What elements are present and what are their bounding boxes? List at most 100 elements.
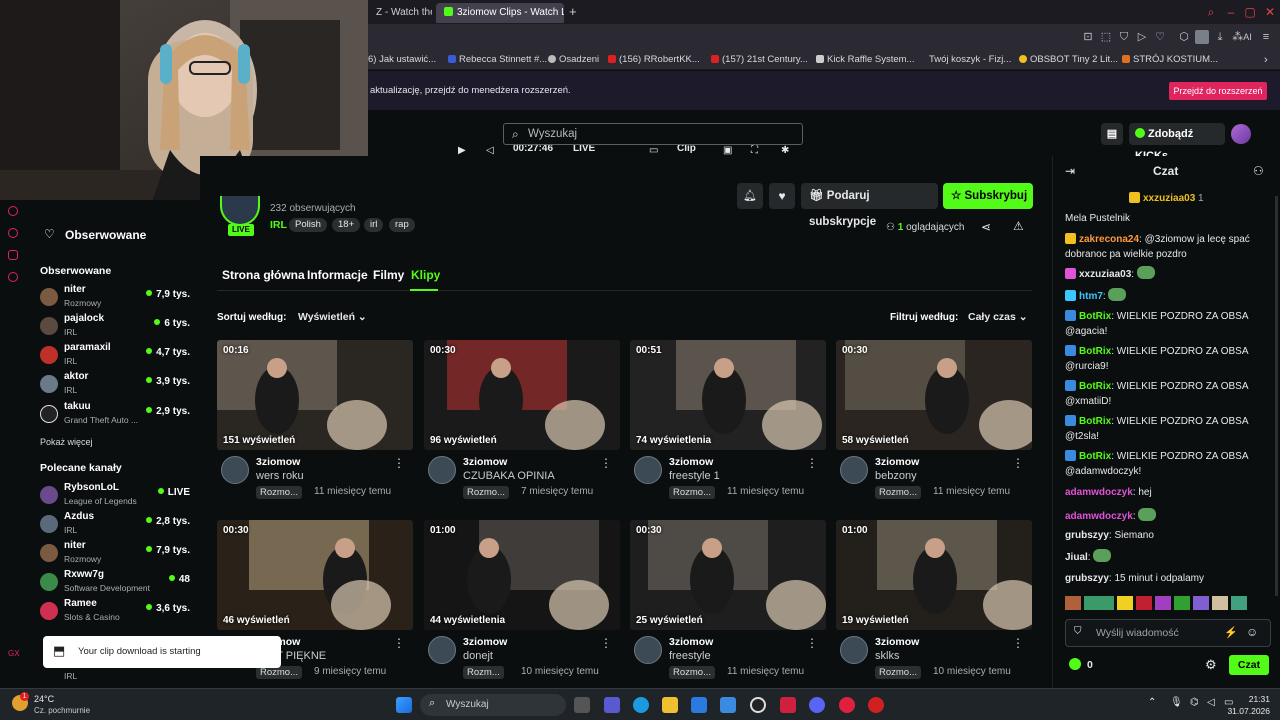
- channel-avatar[interactable]: [840, 636, 868, 664]
- sidebar-channel[interactable]: niter Rozmowy 7,9 tys.: [38, 284, 198, 312]
- chat-username[interactable]: BotRix: [1079, 381, 1111, 392]
- clip-thumbnail[interactable]: 01:00 19 wyświetleń: [836, 520, 1032, 630]
- rail-icon[interactable]: [8, 206, 18, 216]
- clip-category[interactable]: Rozmo...: [875, 666, 922, 679]
- microphone-icon[interactable]: 🎙︎: [1170, 697, 1183, 708]
- shield-icon[interactable]: ⛉: [1117, 30, 1131, 44]
- rail-label-icon[interactable]: GX: [8, 649, 20, 658]
- clip-channel[interactable]: 3ziomow: [463, 636, 507, 648]
- clip-button[interactable]: Clip: [677, 145, 696, 154]
- clip-thumbnail[interactable]: 00:30 46 wyświetleń: [217, 520, 413, 630]
- subscribe-button[interactable]: ☆ Subskrybuj: [943, 183, 1033, 209]
- extensions-icon[interactable]: ⬡: [1177, 30, 1191, 44]
- filter-dropdown[interactable]: Cały czas ⌄: [960, 306, 1036, 328]
- play-icon[interactable]: ▶: [458, 145, 466, 156]
- bell-icon[interactable]: 🔔︎: [737, 183, 763, 209]
- report-icon[interactable]: ⚠: [1013, 219, 1024, 233]
- clip-card[interactable]: 00:30 96 wyświetleń 3ziomow CZUBAKA OPINIA R…: [424, 340, 620, 500]
- channel-avatar[interactable]: [428, 456, 456, 484]
- bookmark-item[interactable]: Kick Raffle System...: [816, 53, 914, 67]
- stream-tag[interactable]: irl: [364, 218, 384, 232]
- sidebar-channel[interactable]: RybsonLoL League of Legends LIVE: [38, 482, 198, 510]
- search-input[interactable]: ⌕ Wyszukaj: [503, 123, 803, 145]
- clip-channel[interactable]: 3ziomow: [256, 456, 300, 468]
- minimize-icon[interactable]: –: [1223, 4, 1239, 20]
- taskbar-search[interactable]: ⌕ Wyszukaj: [420, 694, 566, 716]
- clip-category[interactable]: Rozmo...: [875, 486, 922, 499]
- task-view-icon[interactable]: [574, 697, 590, 713]
- clip-thumbnail[interactable]: 00:30 58 wyświetleń: [836, 340, 1032, 450]
- clip-title[interactable]: sklks: [875, 650, 899, 662]
- clip-thumbnail[interactable]: 00:16 151 wyświetleń: [217, 340, 413, 450]
- clip-title[interactable]: CZUBAKA OPINIA: [463, 470, 555, 482]
- rail-icon[interactable]: [8, 228, 18, 238]
- clip-channel[interactable]: 3ziomow: [669, 456, 713, 468]
- bookmark-item[interactable]: OBSBOT Tiny 2 Lit...: [1019, 53, 1118, 67]
- new-tab-icon[interactable]: +: [569, 4, 577, 19]
- bookmark-item[interactable]: 6) Jak ustawić...: [368, 53, 436, 67]
- user-avatar[interactable]: [1231, 124, 1251, 144]
- more-options-icon[interactable]: ⋮: [806, 456, 818, 470]
- favorite-heart-icon[interactable]: ♥: [769, 183, 795, 209]
- emote-icon[interactable]: [1117, 596, 1133, 610]
- clip-thumbnail[interactable]: 01:00 44 wyświetlenia: [424, 520, 620, 630]
- tray-overflow-icon[interactable]: ⌃: [1148, 697, 1156, 708]
- tab-videos[interactable]: Filmy: [373, 268, 404, 282]
- clip-card[interactable]: 00:51 74 wyświetlenia 3ziomow freestyle 1 Ro…: [630, 340, 826, 500]
- stream-tag[interactable]: 18+: [332, 218, 361, 232]
- emote-icon[interactable]: [1136, 596, 1152, 610]
- layout-icon[interactable]: ▤: [1101, 123, 1123, 145]
- channel-avatar[interactable]: [634, 456, 662, 484]
- play-icon[interactable]: ▷: [1135, 30, 1149, 44]
- opera-icon[interactable]: [839, 697, 855, 713]
- more-options-icon[interactable]: ⋮: [393, 456, 405, 470]
- emoji-icon[interactable]: ☺: [1246, 625, 1258, 639]
- app-icon[interactable]: [780, 697, 796, 713]
- stream-tag[interactable]: rap: [389, 218, 415, 232]
- teams-icon[interactable]: [604, 697, 620, 713]
- chat-settings-icon[interactable]: ⚙: [1205, 657, 1217, 673]
- discord-icon[interactable]: [809, 697, 825, 713]
- more-options-icon[interactable]: ⋮: [600, 456, 612, 470]
- clip-title[interactable]: bebzony: [875, 470, 917, 482]
- sidebar-channel[interactable]: niter Rozmowy 7,9 tys.: [38, 540, 198, 568]
- collapse-chat-icon[interactable]: ⇥: [1065, 164, 1075, 178]
- clip-card[interactable]: 00:16 151 wyświetleń 3ziomow wers roku Rozmo…: [217, 340, 413, 500]
- clip-category[interactable]: Rozmo...: [669, 666, 716, 679]
- download-icon[interactable]: ⤓: [1213, 30, 1227, 44]
- clip-title[interactable]: donejt: [463, 650, 493, 662]
- clock-time[interactable]: 21:31: [1230, 694, 1270, 704]
- chat-username[interactable]: BotRix: [1079, 311, 1111, 322]
- clip-thumbnail[interactable]: 00:30 25 wyświetleń: [630, 520, 826, 630]
- bookmark-item[interactable]: Rebecca Stinnett #...: [448, 53, 547, 67]
- sidebar-channel[interactable]: paramaxil IRL 4,7 tys.: [38, 342, 198, 370]
- menu-icon[interactable]: ≡: [1259, 30, 1273, 44]
- close-window-icon[interactable]: ✕: [1262, 4, 1278, 20]
- search-tabs-icon[interactable]: ⌕: [1203, 4, 1219, 20]
- chat-username[interactable]: xxzuziaa03: [1079, 269, 1131, 280]
- sort-dropdown[interactable]: Wyświetleń ⌄: [290, 306, 375, 328]
- emote-icon[interactable]: [1193, 596, 1209, 610]
- clip-channel[interactable]: 3ziomow: [875, 636, 919, 648]
- chat-username[interactable]: zakrecona24: [1079, 234, 1139, 245]
- channel-avatar[interactable]: [221, 456, 249, 484]
- sidebar-channel[interactable]: takuu Grand Theft Auto ... 2,9 tys.: [38, 401, 198, 429]
- bookmark-item[interactable]: (157) 21st Century...: [711, 53, 808, 67]
- channel-avatar[interactable]: [428, 636, 456, 664]
- clip-card[interactable]: 01:00 44 wyświetlenia 3ziomow donejt Rozm...…: [424, 520, 620, 680]
- theater-icon[interactable]: ▭: [649, 145, 658, 156]
- emote-icon[interactable]: [1065, 596, 1081, 610]
- chat-scrollbar[interactable]: [1275, 196, 1278, 596]
- tab-clips[interactable]: Klipy: [411, 268, 440, 282]
- followed-title[interactable]: Obserwowane: [65, 228, 146, 242]
- browser-tab[interactable]: Z - Watch the V...: [368, 3, 432, 23]
- network-icon[interactable]: ⌬: [1190, 697, 1199, 708]
- edge-icon[interactable]: [633, 697, 649, 713]
- sidebar-channel[interactable]: Ramee Slots & Casino 3,6 tys.: [38, 598, 198, 626]
- stream-category-link[interactable]: IRL: [270, 219, 287, 231]
- clip-channel[interactable]: 3ziomow: [463, 456, 507, 468]
- channel-avatar[interactable]: [840, 456, 868, 484]
- clip-title[interactable]: freestyle 1: [669, 470, 720, 482]
- chat-username[interactable]: BotRix: [1079, 451, 1111, 462]
- get-kicks-button[interactable]: Zdobądź KICKs: [1129, 123, 1225, 162]
